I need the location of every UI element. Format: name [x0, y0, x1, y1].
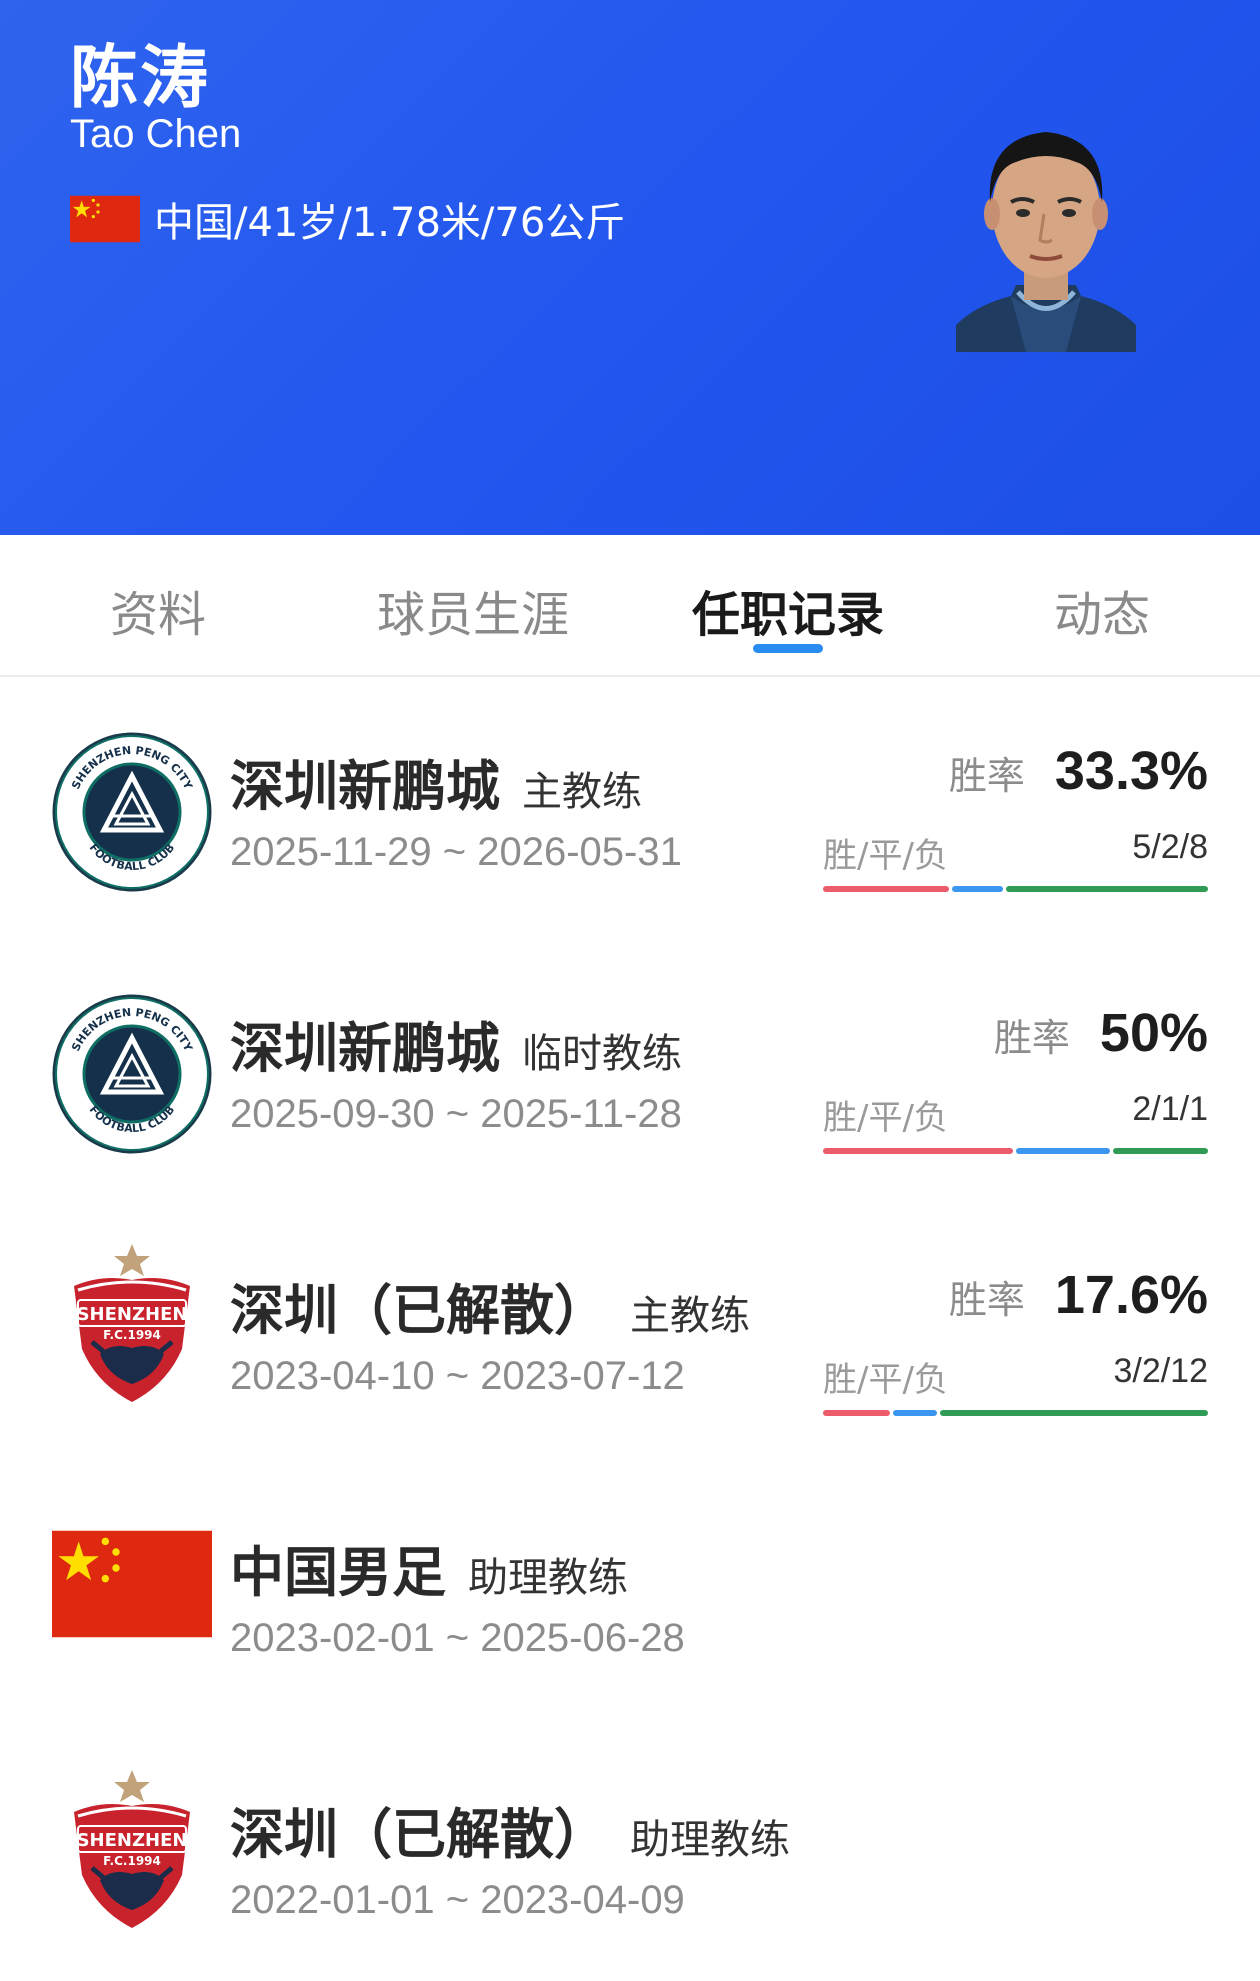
team-name: 深圳（已解散）: [230, 1279, 608, 1342]
loss-segment: [1113, 1148, 1208, 1154]
wdl-bar: [823, 886, 1208, 892]
loss-segment: [1005, 886, 1208, 892]
team-logo: SHENZHEN F.C.1994: [52, 1244, 212, 1404]
tenure-dates: 2025-11-29 ~ 2026-05-31: [230, 830, 682, 874]
wdl-bar: [823, 1410, 1208, 1416]
career-record-item[interactable]: 深圳新鹏城 临时教练 2025-09-30 ~ 2025-11-28 胜率 50% 胜/平…: [0, 962, 1260, 1224]
team-logo: SHENZHEN F.C.1994: [52, 1770, 212, 1930]
team-name: 深圳新鹏城: [230, 1017, 500, 1080]
career-record-item[interactable]: 深圳新鹏城 主教练 2025-11-29 ~ 2026-05-31 胜率 33.3% 胜/…: [0, 700, 1260, 962]
tenure-dates: 2025-09-30 ~ 2025-11-28: [230, 1092, 682, 1136]
coach-role: 临时教练: [522, 1031, 682, 1077]
team-line: 深圳（已解散） 助理教练: [230, 1790, 790, 1869]
coach-name: 陈涛: [70, 39, 211, 118]
china-flag-icon: [70, 195, 140, 243]
svg-text:F.C.1994: F.C.1994: [103, 1854, 161, 1868]
team-name: 中国男足: [230, 1541, 446, 1604]
winrate-label: 胜率: [948, 1278, 1025, 1322]
team-line: 深圳（已解散） 主教练: [230, 1266, 750, 1345]
coach-role: 助理教练: [468, 1555, 628, 1601]
svg-text:SHENZHEN: SHENZHEN: [77, 1830, 188, 1851]
tab-profile[interactable]: 资料: [110, 575, 206, 645]
tenure-dates: 2022-01-01 ~ 2023-04-09: [230, 1878, 685, 1922]
wdl-value: 5/2/8: [1132, 828, 1208, 866]
profile-header: 陈涛 Tao Chen 中国/41岁/1.78米/76公斤: [0, 0, 1260, 535]
tenure-dates: 2023-02-01 ~ 2025-06-28: [230, 1616, 685, 1660]
coach-role: 主教练: [522, 769, 642, 815]
team-name: 深圳（已解散）: [230, 1803, 608, 1866]
wdl-label: 胜/平/负: [823, 1098, 948, 1138]
coach-info-row: 中国/41岁/1.78米/76公斤: [70, 190, 625, 248]
tenure-dates: 2023-04-10 ~ 2023-07-12: [230, 1354, 685, 1398]
tab-bar: 资料 球员生涯 任职记录 动态: [0, 535, 1260, 677]
wdl-bar: [823, 1148, 1208, 1154]
win-segment: [823, 1148, 1013, 1154]
wdl-row: 胜/平/负 5/2/8: [823, 828, 1208, 876]
wdl-value: 3/2/12: [1113, 1352, 1208, 1390]
active-tab-indicator: [753, 644, 823, 653]
draw-segment: [892, 1410, 938, 1416]
record-stats: 胜率 50% 胜/平/负 2/1/1: [823, 962, 1208, 1162]
team-line: 深圳新鹏城 临时教练: [230, 1004, 682, 1083]
team-line: 中国男足 助理教练: [230, 1528, 628, 1607]
team-logo: [52, 994, 212, 1154]
winrate-value: 50%: [1099, 1003, 1208, 1063]
winrate-value: 17.6%: [1054, 1265, 1208, 1325]
winrate-label: 胜率: [993, 1016, 1070, 1060]
winrate-value: 33.3%: [1054, 741, 1208, 801]
wdl-row: 胜/平/负 2/1/1: [823, 1090, 1208, 1138]
coach-role: 助理教练: [630, 1817, 790, 1863]
svg-text:F.C.1994: F.C.1994: [103, 1328, 161, 1342]
winrate-row: 胜率 17.6%: [949, 1264, 1208, 1326]
winrate-row: 胜率 50%: [994, 1002, 1208, 1064]
team-name: 深圳新鹏城: [230, 755, 500, 818]
coach-info: 中国/41岁/1.78米/76公斤: [154, 200, 626, 246]
wdl-label: 胜/平/负: [823, 836, 948, 876]
career-record-item[interactable]: SHENZHEN F.C.1994 深圳（已解散） 主教练 2023-04-10 ~ 2…: [0, 1224, 1260, 1486]
win-segment: [823, 886, 950, 892]
career-record-item[interactable]: 中国男足 助理教练 2023-02-01 ~ 2025-06-28: [0, 1486, 1260, 1748]
tab-player-career[interactable]: 球员生涯: [377, 575, 569, 645]
tab-news[interactable]: 动态: [1054, 575, 1150, 645]
wdl-value: 2/1/1: [1132, 1090, 1208, 1128]
coach-name-english: Tao Chen: [70, 112, 242, 156]
draw-segment: [1015, 1148, 1111, 1154]
loss-segment: [940, 1410, 1208, 1416]
tab-coaching-record[interactable]: 任职记录: [692, 575, 884, 645]
wdl-label: 胜/平/负: [823, 1360, 948, 1400]
draw-segment: [952, 886, 1003, 892]
coach-role: 主教练: [630, 1293, 750, 1339]
record-stats: 胜率 17.6% 胜/平/负 3/2/12: [823, 1224, 1208, 1424]
win-segment: [823, 1410, 890, 1416]
china-flag-icon: [52, 1530, 212, 1690]
winrate-row: 胜率 33.3%: [949, 740, 1208, 802]
coach-avatar: [956, 132, 1136, 352]
winrate-label: 胜率: [948, 754, 1025, 798]
record-stats: 胜率 33.3% 胜/平/负 5/2/8: [823, 700, 1208, 900]
wdl-row: 胜/平/负 3/2/12: [823, 1352, 1208, 1400]
svg-text:SHENZHEN: SHENZHEN: [77, 1304, 188, 1325]
team-line: 深圳新鹏城 主教练: [230, 742, 642, 821]
career-record-item[interactable]: SHENZHEN F.C.1994 深圳（已解散） 助理教练 2022-01-01 ~ …: [0, 1748, 1260, 1981]
team-logo: [52, 732, 212, 892]
